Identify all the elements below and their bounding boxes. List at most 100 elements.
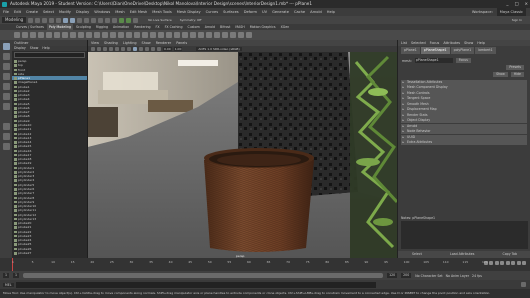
save-scene-icon[interactable] bbox=[42, 17, 48, 23]
shelf-cube-icon[interactable] bbox=[22, 32, 28, 38]
menu-select[interactable]: Select bbox=[43, 10, 54, 14]
shelf-plane-icon[interactable] bbox=[54, 32, 60, 38]
attr-section-extra-attributes[interactable]: Extra Attributes bbox=[401, 140, 527, 146]
menu-edit-mesh[interactable]: Edit Mesh bbox=[130, 10, 148, 14]
open-scene-icon[interactable] bbox=[35, 17, 41, 23]
ipr-render-icon[interactable] bbox=[126, 17, 132, 23]
redo-icon[interactable] bbox=[56, 17, 62, 23]
mode-dropdown[interactable]: Modeling bbox=[2, 17, 27, 23]
new-scene-icon[interactable] bbox=[28, 17, 34, 23]
menu-arnold[interactable]: Arnold bbox=[310, 10, 322, 14]
attr-tab-pplane1[interactable]: pPlane1 bbox=[401, 47, 420, 54]
step-forward-key-icon[interactable] bbox=[516, 261, 521, 265]
shelf-boolean-icon[interactable] bbox=[166, 32, 172, 38]
menu-mesh[interactable]: Mesh bbox=[115, 10, 124, 14]
attr-menu-selected[interactable]: Selected bbox=[411, 40, 426, 46]
undo-icon[interactable] bbox=[49, 17, 55, 23]
mesh-name-field[interactable]: pPlaneShape1 bbox=[414, 58, 453, 63]
wireframe-icon[interactable] bbox=[127, 47, 131, 51]
step-back-key-icon[interactable] bbox=[489, 261, 493, 265]
attr-tab-pplaneshape1[interactable]: pPlaneShape1 bbox=[420, 47, 450, 54]
menu-generate[interactable]: Generate bbox=[272, 10, 289, 14]
menu-help[interactable]: Help bbox=[327, 10, 335, 14]
symmetry-dropdown[interactable]: Symmetry: Off bbox=[180, 18, 202, 22]
bookmark-icon[interactable] bbox=[103, 47, 107, 51]
shelf-disc-icon[interactable] bbox=[62, 32, 68, 38]
attr-section-tessellation-attributes[interactable]: Tessellation Attributes bbox=[401, 80, 527, 85]
focus-button[interactable]: Focus bbox=[455, 58, 471, 63]
workspace-selector[interactable]: Workspace: Maya Classic bbox=[472, 8, 526, 16]
shelf-multi-cut-icon[interactable] bbox=[222, 32, 228, 38]
attr-section-displacement-map[interactable]: Displacement Map bbox=[401, 107, 527, 113]
attr-section-node-behavior[interactable]: Node Behavior bbox=[401, 129, 527, 135]
xray-icon[interactable] bbox=[157, 47, 161, 51]
attr-menu-focus[interactable]: Focus bbox=[430, 40, 440, 46]
shelf-pyramid-icon[interactable] bbox=[78, 32, 84, 38]
shelf-svg-icon[interactable] bbox=[134, 32, 140, 38]
camera-attr-icon[interactable] bbox=[97, 47, 101, 51]
select-hierarchy-icon[interactable] bbox=[63, 17, 69, 23]
menu-mesh-display[interactable]: Mesh Display bbox=[177, 10, 201, 14]
image-plane-icon[interactable] bbox=[109, 47, 113, 51]
select-object-icon[interactable] bbox=[70, 17, 76, 23]
playback-end-field[interactable]: 120 bbox=[387, 273, 398, 278]
fps-dropdown[interactable]: 24 fps bbox=[472, 274, 482, 278]
shelf-bevel-icon[interactable] bbox=[198, 32, 204, 38]
playback-start-field[interactable]: 1 bbox=[13, 273, 20, 278]
close-button[interactable]: × bbox=[524, 0, 528, 8]
menu-windows[interactable]: Windows bbox=[94, 10, 110, 14]
shadows-icon[interactable] bbox=[151, 47, 155, 51]
attr-menu-attributes[interactable]: Attributes bbox=[443, 40, 460, 46]
last-tool-icon[interactable] bbox=[2, 103, 10, 110]
shelf-separate-icon[interactable] bbox=[150, 32, 156, 38]
copy-tab-button[interactable]: Copy Tab bbox=[503, 251, 518, 258]
film-gate-icon[interactable] bbox=[121, 47, 125, 51]
far-clip-field[interactable]: 1.00 bbox=[173, 47, 183, 51]
snap-grid-icon[interactable] bbox=[84, 17, 90, 23]
shelf-prism-icon[interactable] bbox=[86, 32, 92, 38]
render-icon[interactable] bbox=[119, 17, 125, 23]
textured-icon[interactable] bbox=[139, 47, 143, 51]
outliner-item[interactable]: pCube27 bbox=[12, 251, 87, 255]
hide-button[interactable]: Hide bbox=[510, 72, 524, 77]
viewport[interactable]: persp bbox=[88, 52, 397, 258]
attr-section-tangent-space[interactable]: Tangent Space bbox=[401, 96, 527, 102]
paint-select-icon[interactable] bbox=[2, 63, 10, 70]
shelf-mirror-icon[interactable] bbox=[174, 32, 180, 38]
select-button[interactable]: Select bbox=[412, 251, 422, 258]
step-forward-frame-icon[interactable] bbox=[511, 261, 515, 265]
color-space-dropdown[interactable]: ACES 1.0 SDR-video (sRGB) bbox=[196, 47, 242, 51]
menu-display[interactable]: Display bbox=[76, 10, 89, 14]
menu-edit[interactable]: Edit bbox=[14, 10, 21, 14]
shelf-cone-icon[interactable] bbox=[38, 32, 44, 38]
shelf-type-icon[interactable] bbox=[126, 32, 132, 38]
shelf-platonic-icon[interactable] bbox=[70, 32, 76, 38]
render-settings-icon[interactable] bbox=[133, 17, 139, 23]
shelf-helix-icon[interactable] bbox=[102, 32, 108, 38]
sign-in-link[interactable]: Sign In bbox=[512, 18, 522, 22]
lasso-tool-icon[interactable] bbox=[2, 53, 10, 60]
rotate-tool-icon[interactable] bbox=[2, 83, 10, 90]
play-forward-icon[interactable] bbox=[505, 261, 510, 265]
menu-surfaces[interactable]: Surfaces bbox=[223, 10, 239, 14]
attr-tab-polyplane1[interactable]: polyPlane1 bbox=[450, 47, 475, 54]
maximize-button[interactable]: □ bbox=[515, 0, 519, 8]
notes-field[interactable] bbox=[401, 221, 528, 249]
menu-mesh-tools[interactable]: Mesh Tools bbox=[152, 10, 171, 14]
snap-point-icon[interactable] bbox=[98, 17, 104, 23]
shelf-cylinder-icon[interactable] bbox=[30, 32, 36, 38]
scale-tool-icon[interactable] bbox=[2, 93, 10, 100]
go-to-end-icon[interactable] bbox=[522, 261, 526, 265]
select-tool-icon[interactable] bbox=[2, 43, 10, 50]
history-icon[interactable] bbox=[112, 17, 118, 23]
script-editor-icon[interactable] bbox=[521, 282, 526, 287]
lights-icon[interactable] bbox=[145, 47, 149, 51]
menu-deform[interactable]: Deform bbox=[244, 10, 257, 14]
attr-section-render-stats[interactable]: Render Stats bbox=[401, 112, 527, 118]
menu-curves[interactable]: Curves bbox=[206, 10, 218, 14]
attr-section-smooth-mesh[interactable]: Smooth Mesh bbox=[401, 101, 527, 107]
load-attributes-button[interactable]: Load Attributes bbox=[450, 251, 474, 258]
workspace-dropdown[interactable]: Maya Classic bbox=[496, 8, 526, 16]
end-time-field[interactable]: 200 bbox=[401, 273, 412, 278]
time-slider[interactable]: 1 5 10 15 20 25 30 35 40 45 50 55 60 65 70 75 80 85 90 95 10… bbox=[0, 258, 530, 271]
